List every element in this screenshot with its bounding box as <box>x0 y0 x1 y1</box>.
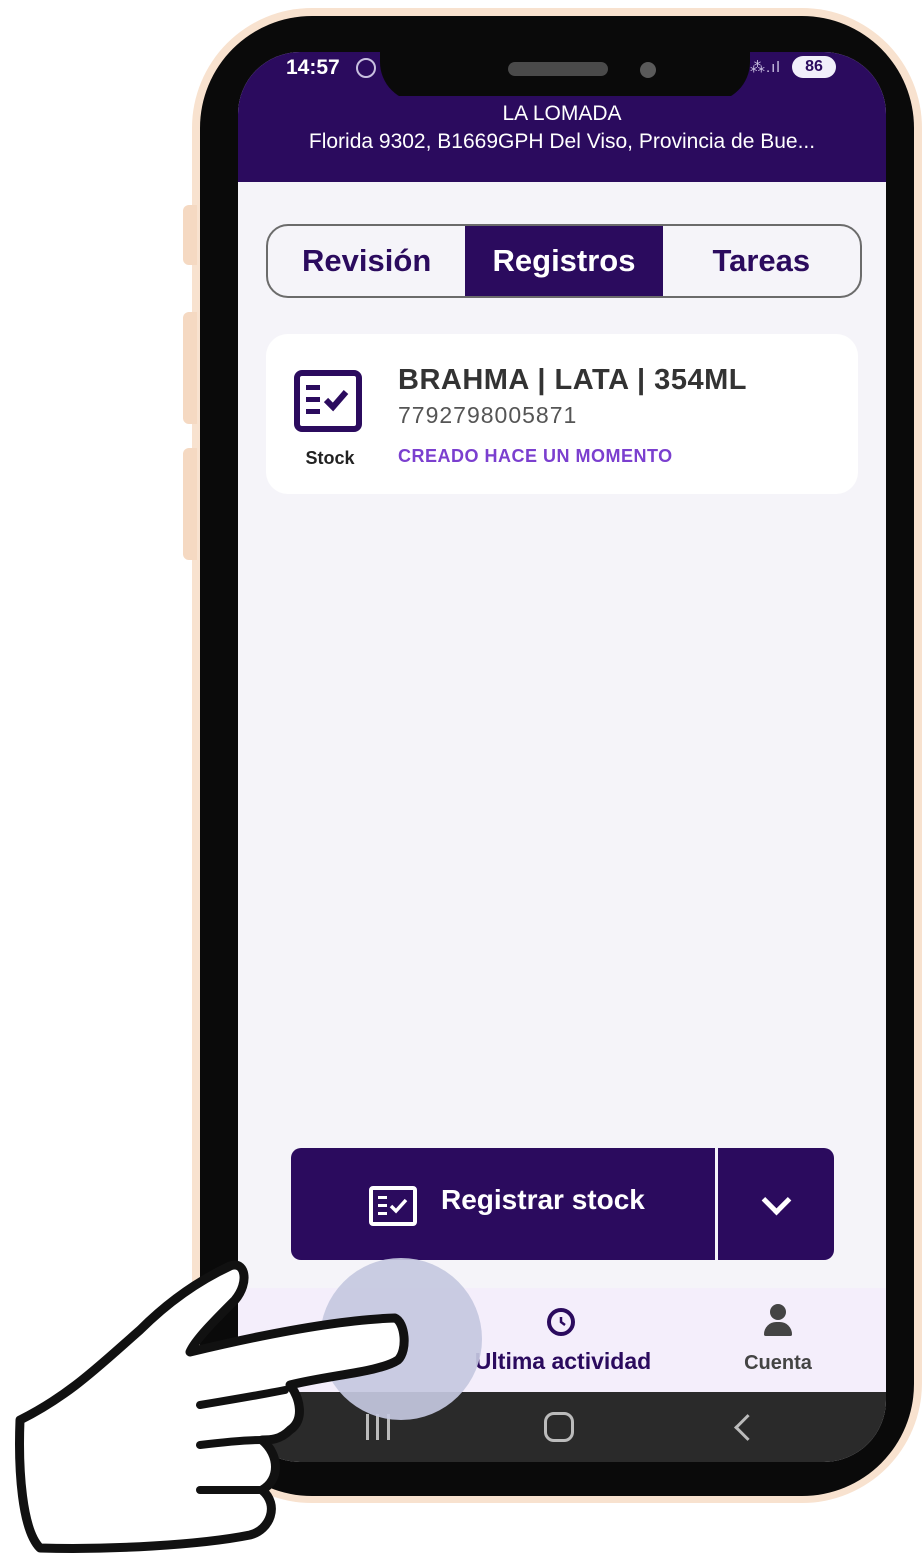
speaker-grille <box>508 62 608 76</box>
checklist-icon <box>294 370 362 432</box>
tab-revision[interactable]: Revisión <box>268 226 465 296</box>
pointing-hand-icon <box>15 1260 409 1553</box>
tab-tareas[interactable]: Tareas <box>663 226 860 296</box>
record-card[interactable]: Stock BRAHMA | LATA | 354ML 779279800587… <box>266 334 858 494</box>
front-camera <box>640 62 656 78</box>
phone-side-button <box>183 205 197 265</box>
sync-icon <box>356 58 376 78</box>
history-icon <box>547 1308 575 1336</box>
person-icon-body <box>764 1322 792 1336</box>
battery-indicator: 86 <box>792 56 836 78</box>
nav-cuenta[interactable]: Cuenta <box>718 1288 838 1392</box>
store-name: LA LOMADA <box>502 102 622 125</box>
store-address: Florida 9302, B1669GPH Del Viso, Provinc… <box>308 130 816 153</box>
tab-registros[interactable]: Registros <box>465 226 663 296</box>
chevron-down-icon <box>761 1185 792 1216</box>
record-title: BRAHMA | LATA | 354ML <box>398 364 747 396</box>
nav-ultima-actividad[interactable]: Ultima actividad <box>458 1288 668 1392</box>
register-stock-label: Registrar stock <box>441 1184 645 1215</box>
register-stock-button[interactable]: Registrar stock <box>291 1148 715 1260</box>
nav-label: Ultima actividad <box>474 1348 652 1374</box>
camera-notch <box>380 52 750 102</box>
record-barcode: 7792798005871 <box>398 402 578 428</box>
register-options-dropdown[interactable] <box>718 1148 834 1260</box>
record-status: CREADO HACE UN MOMENTO <box>398 446 673 466</box>
signal-icon: ⁂.ıl <box>750 59 781 76</box>
phone-side-button <box>183 312 197 424</box>
checklist-icon <box>369 1186 417 1226</box>
phone-side-button <box>183 448 197 560</box>
person-icon <box>770 1304 786 1320</box>
nav-label: Cuenta <box>744 1352 812 1374</box>
home-icon[interactable] <box>544 1412 574 1442</box>
record-type-label: Stock <box>305 448 355 468</box>
segmented-tabs: Revisión Registros Tareas <box>266 224 862 298</box>
store-header: LA LOMADA Florida 9302, B1669GPH Del Vis… <box>238 96 886 182</box>
status-time: 14:57 <box>286 56 340 79</box>
back-icon[interactable] <box>734 1414 761 1441</box>
